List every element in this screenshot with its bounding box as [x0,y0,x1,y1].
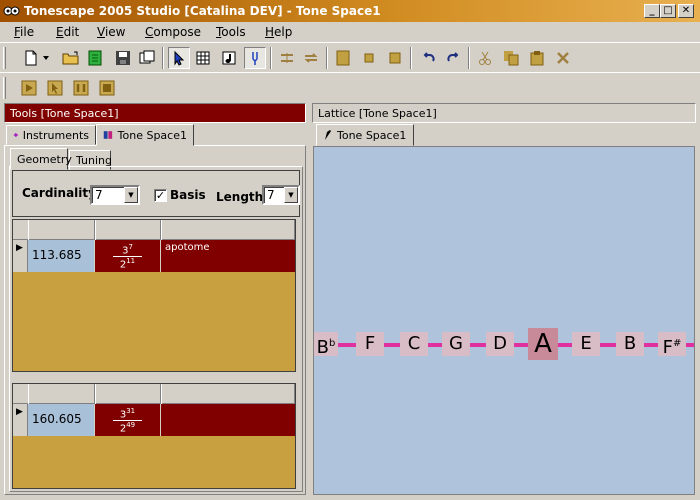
table-row[interactable]: ▶ 113.685 37 211 apotome [13,240,295,272]
tools-panel-header: Tools [Tone Space1] [4,103,306,123]
table-row[interactable]: ▶ 160.605 331 249 [13,404,295,436]
chevron-down-icon[interactable]: ▼ [284,187,298,203]
lattice-note[interactable]: B [616,332,644,356]
close-button[interactable]: ✕ [678,4,694,18]
maximize-button[interactable]: □ [660,4,676,18]
column-header[interactable] [161,384,295,404]
loop-icon[interactable] [300,47,322,69]
menu-view[interactable]: View [97,25,125,39]
note-tool-icon[interactable] [218,47,240,69]
multi-window-icon[interactable] [136,47,158,69]
ratio-numerator: 331 [119,407,136,421]
generator-grid-1[interactable]: ▶ 113.685 37 211 apotome [12,219,296,372]
green-document-icon[interactable] [84,47,106,69]
interval-name-cell[interactable] [161,404,295,436]
lattice-note-selected[interactable]: A [528,328,558,360]
copy-icon[interactable] [500,47,522,69]
redo-icon[interactable] [442,47,464,69]
row-pointer-icon[interactable]: ▶ [13,404,28,436]
align-icon[interactable] [276,47,298,69]
delete-icon[interactable] [552,47,574,69]
length-label: Length [216,190,264,204]
lattice-note[interactable]: D [486,332,514,356]
generator-grid-2[interactable]: ▶ 160.605 331 249 [12,383,296,489]
main-toolbar [0,42,700,72]
ratio-cell[interactable]: 37 211 [95,240,161,272]
grid-header [13,384,295,404]
minimize-button[interactable]: _ [644,4,660,18]
open-folder-icon[interactable] [60,47,82,69]
tuning-fork-icon[interactable] [244,47,266,69]
tone-space-icon [103,131,113,139]
chevron-down-icon[interactable]: ▼ [124,187,138,203]
tab-geometry[interactable]: Geometry [10,148,72,170]
length-select[interactable]: 7 ▼ [262,185,300,205]
large-square-icon[interactable] [332,47,354,69]
lattice-note[interactable]: F# [658,332,686,358]
tab-instruments[interactable]: Instruments [6,125,96,145]
grid-tool-icon[interactable] [192,47,214,69]
menu-bar: File Edit View Compose Tools Help [0,22,700,42]
lattice-note[interactable]: F [356,332,384,356]
app-icon[interactable] [3,3,21,19]
menu-edit[interactable]: Edit [56,25,79,39]
ratio-denominator: 249 [119,421,136,435]
window-title: Tonescape 2005 Studio [Catalina DEV] - T… [24,4,381,18]
lattice-canvas[interactable]: Bb F C G D A E B F# [313,146,695,495]
lattice-tab-strip: Tone Space1 [312,124,696,146]
status-strip [0,495,700,500]
column-header[interactable] [161,220,295,240]
ratio-numerator: 37 [122,243,133,257]
row-pointer-icon[interactable]: ▶ [13,240,28,272]
new-file-icon[interactable] [20,47,42,69]
instruments-icon [13,132,19,138]
column-header[interactable] [28,384,95,404]
column-header[interactable] [95,384,161,404]
lattice-note[interactable]: G [442,332,470,356]
cardinality-select[interactable]: 7 ▼ [90,185,140,205]
tab-tone-space[interactable]: Tone Space1 [96,124,194,146]
lattice-panel-header: Lattice [Tone Space1] [312,103,696,123]
basis-checkbox[interactable]: ✓ [154,189,167,202]
small-square-icon[interactable] [358,47,380,69]
interval-name-cell[interactable]: apotome [161,240,295,272]
cents-cell[interactable]: 113.685 [28,240,95,272]
title-bar[interactable]: Tonescape 2005 Studio [Catalina DEV] - T… [0,0,700,22]
column-header[interactable] [28,220,95,240]
pen-icon [325,130,331,140]
pointer-tool-icon[interactable] [168,47,190,69]
medium-square-icon[interactable] [384,47,406,69]
undo-icon[interactable] [418,47,440,69]
tab-lattice-tone-space[interactable]: Tone Space1 [316,124,414,146]
lattice-note[interactable]: E [572,332,600,356]
paste-icon[interactable] [526,47,548,69]
step-pointer-icon[interactable] [44,77,66,99]
cents-cell[interactable]: 160.605 [28,404,95,436]
grid-header [13,220,295,240]
geometry-controls: Cardinality 7 ▼ ✓ Basis Length 7 ▼ [12,170,300,217]
toolbar-grip[interactable] [3,47,6,69]
menu-compose[interactable]: Compose [145,25,201,39]
menu-file[interactable]: File [14,25,34,39]
basis-label: Basis [170,188,206,202]
toolbar-grip[interactable] [3,77,6,99]
play-icon[interactable] [18,77,40,99]
menu-help[interactable]: Help [265,25,292,39]
stop-icon[interactable] [96,77,118,99]
ratio-cell[interactable]: 331 249 [95,404,161,436]
cardinality-label: Cardinality [22,186,96,200]
lattice-note[interactable]: C [400,332,428,356]
pause-icon[interactable] [70,77,92,99]
lattice-note[interactable]: Bb [314,332,338,358]
ratio-denominator: 211 [119,257,136,271]
playback-toolbar [0,72,700,102]
menu-tools[interactable]: Tools [216,25,246,39]
new-dropdown-icon[interactable] [40,47,52,69]
save-icon[interactable] [112,47,134,69]
column-header[interactable] [95,220,161,240]
cut-icon[interactable] [474,47,496,69]
